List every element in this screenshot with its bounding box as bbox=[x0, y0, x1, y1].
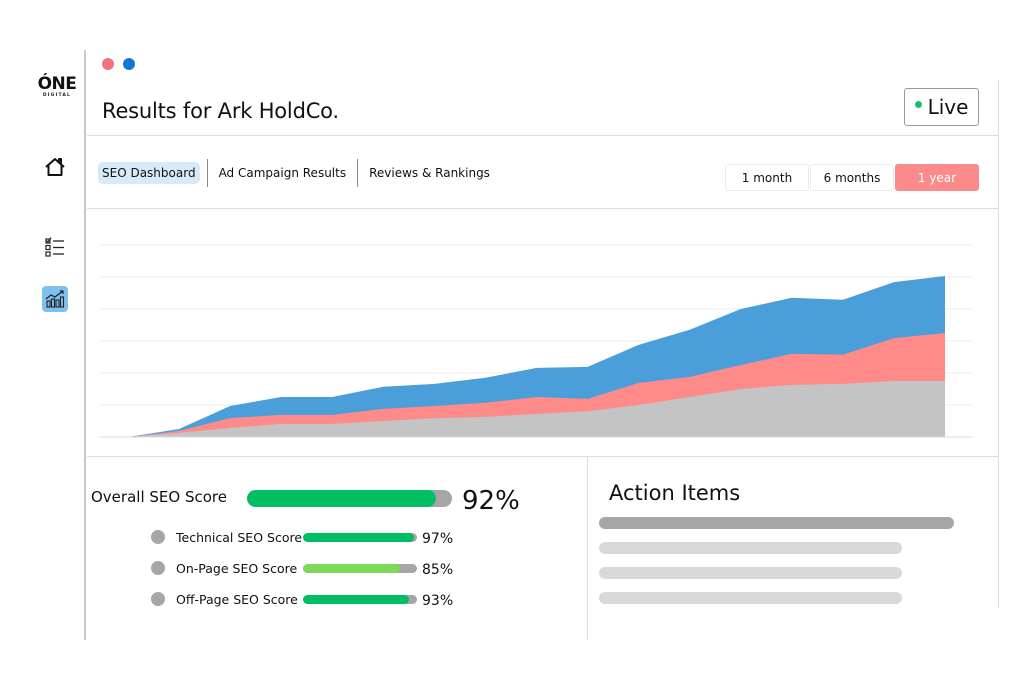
tab-separator bbox=[206, 159, 208, 187]
overall-seo-bar bbox=[247, 490, 452, 507]
sidebar-item-tasks[interactable] bbox=[42, 234, 68, 260]
live-label: Live bbox=[927, 95, 969, 119]
tab-ad-campaign-results[interactable]: Ad Campaign Results bbox=[215, 162, 351, 184]
technical-seo-bar-fill bbox=[303, 533, 414, 542]
sidebar-item-home[interactable] bbox=[42, 154, 68, 180]
off-page-seo-bar-fill bbox=[303, 595, 410, 604]
on-page-seo-label: On-Page SEO Score bbox=[176, 561, 298, 576]
panel-divider bbox=[587, 457, 588, 640]
sidebar-item-analytics[interactable] bbox=[42, 286, 68, 312]
live-indicator-icon bbox=[914, 100, 922, 108]
range-6-months-button[interactable]: 6 months bbox=[810, 164, 894, 191]
action-item-header[interactable] bbox=[599, 517, 954, 529]
technical-seo-bar bbox=[303, 533, 417, 542]
on-page-bullet-icon bbox=[151, 561, 165, 575]
chart-divider bbox=[87, 456, 999, 457]
action-item[interactable] bbox=[599, 592, 902, 604]
window-dot-red[interactable] bbox=[102, 58, 114, 70]
overall-seo-value: 92% bbox=[462, 486, 520, 516]
technical-seo-label: Technical SEO Score bbox=[176, 530, 303, 545]
right-edge bbox=[998, 80, 999, 608]
home-icon bbox=[45, 158, 65, 176]
toolbar-divider bbox=[87, 208, 999, 209]
page-title: Results for Ark HoldCo. bbox=[102, 99, 339, 123]
tab-bar: SEO Dashboard Ad Campaign Results Review… bbox=[98, 158, 494, 188]
action-item[interactable] bbox=[599, 567, 902, 579]
on-page-seo-value: 85% bbox=[422, 562, 454, 578]
range-1-year-button[interactable]: 1 year bbox=[895, 164, 979, 191]
logo-subtext: DIGITAL bbox=[42, 93, 72, 98]
on-page-seo-bar bbox=[303, 564, 417, 573]
tab-seo-dashboard[interactable]: SEO Dashboard bbox=[98, 162, 200, 184]
off-page-seo-bar bbox=[303, 595, 417, 604]
overall-seo-label: Overall SEO Score bbox=[91, 488, 227, 506]
action-items-title: Action Items bbox=[609, 481, 741, 505]
off-page-bullet-icon bbox=[151, 592, 165, 606]
tab-separator bbox=[357, 159, 359, 187]
range-1-month-button[interactable]: 1 month bbox=[725, 164, 809, 191]
overall-seo-bar-fill bbox=[247, 490, 436, 507]
sidebar: ÓNE DIGITAL bbox=[25, 50, 86, 640]
live-status-button[interactable]: Live bbox=[904, 88, 979, 126]
on-page-seo-bar-fill bbox=[303, 564, 400, 573]
header-divider bbox=[87, 135, 999, 136]
brand-logo: ÓNE DIGITAL bbox=[37, 75, 77, 99]
tab-reviews-rankings[interactable]: Reviews & Rankings bbox=[365, 162, 494, 184]
logo-text: ÓNE bbox=[37, 74, 77, 94]
off-page-seo-label: Off-Page SEO Score bbox=[176, 592, 298, 607]
window-dot-blue[interactable] bbox=[123, 58, 135, 70]
technical-seo-value: 97% bbox=[422, 531, 454, 547]
chart-icon bbox=[45, 290, 65, 308]
checklist-icon bbox=[45, 237, 64, 257]
action-item[interactable] bbox=[599, 542, 902, 554]
off-page-seo-value: 93% bbox=[422, 593, 454, 609]
technical-bullet-icon bbox=[151, 530, 165, 544]
